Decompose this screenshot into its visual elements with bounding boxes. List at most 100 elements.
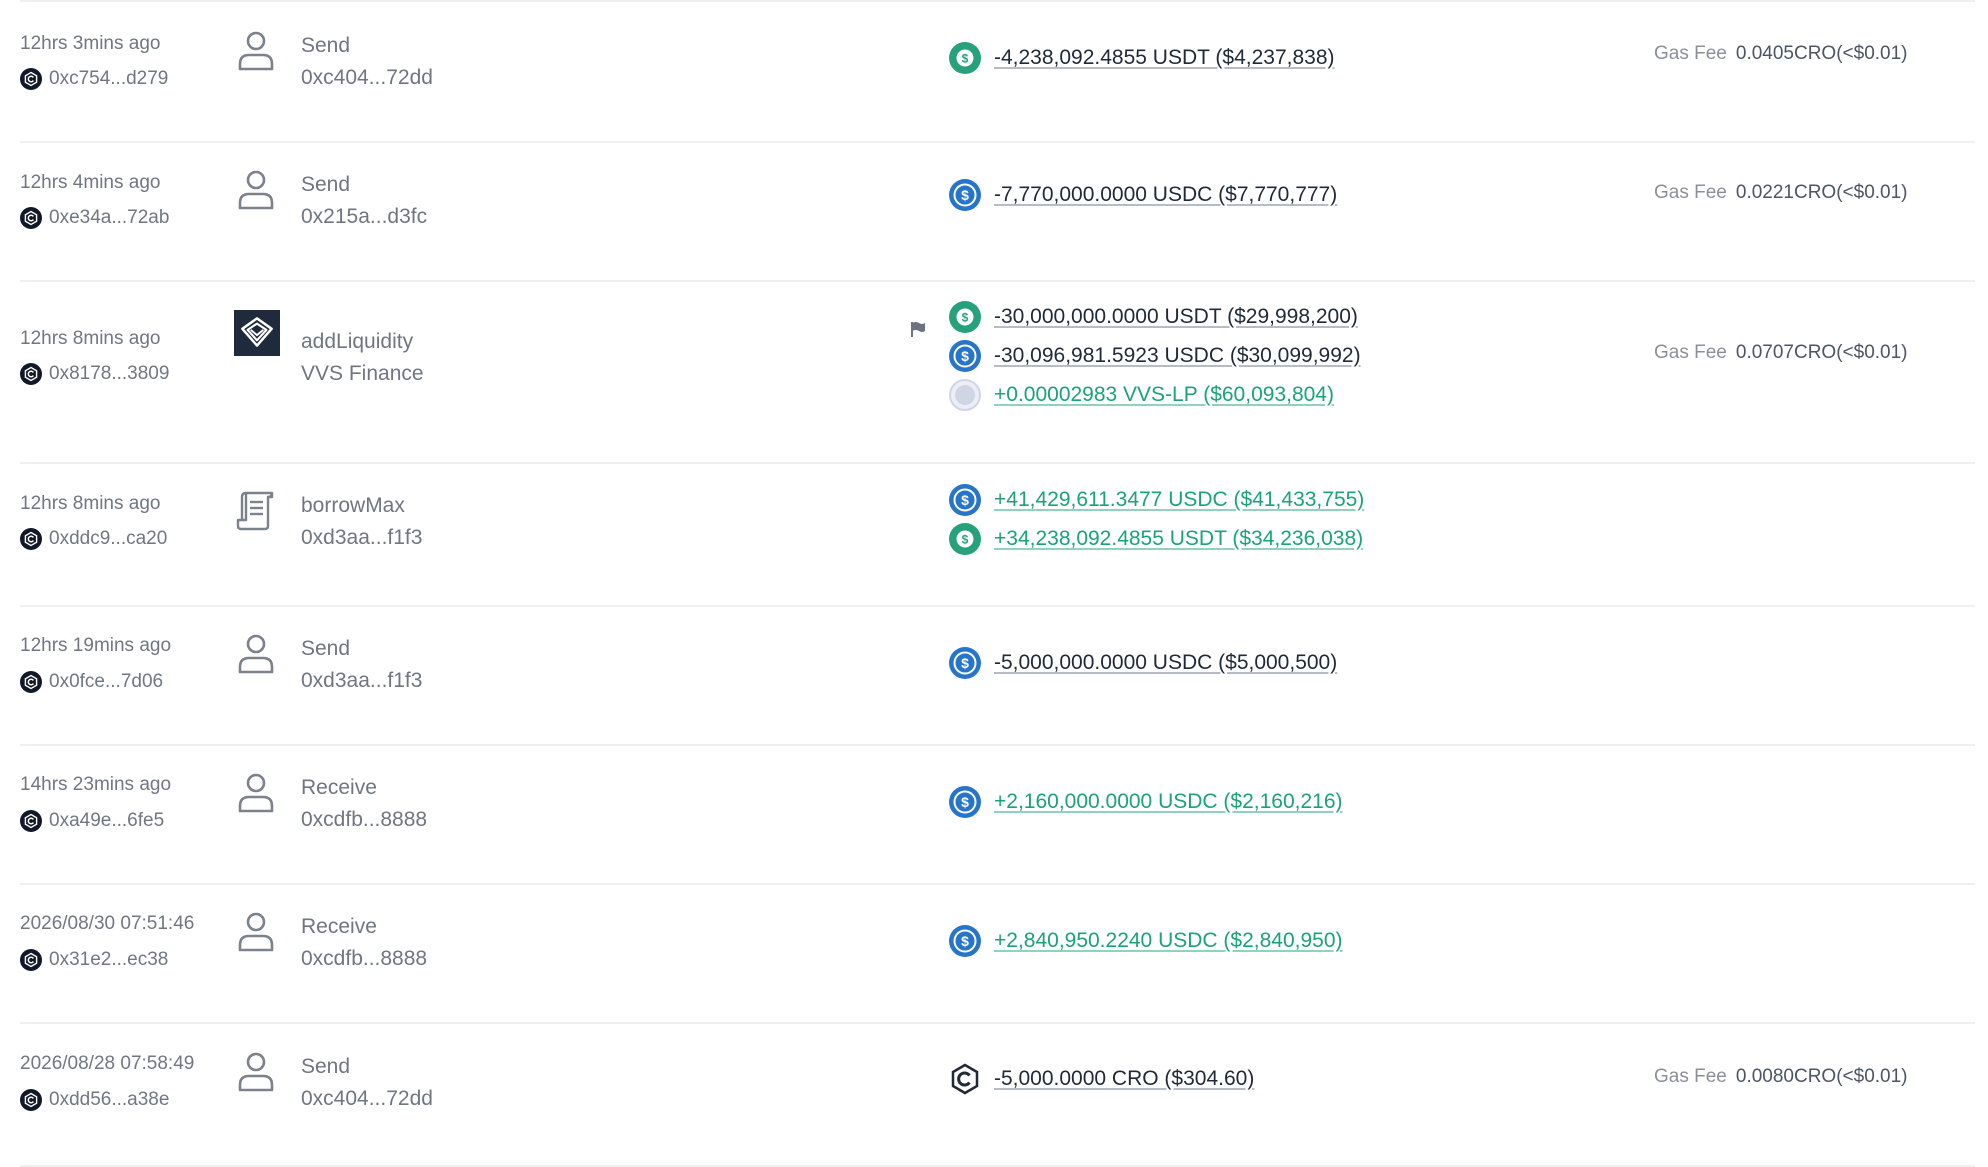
tx-counterparty-link[interactable]: VVS Finance [301,362,424,386]
gas-fee-label: Gas Fee [1654,1066,1727,1087]
tx-hash-link[interactable]: 0xddc9...ca20 [49,528,167,550]
user-icon [234,631,278,675]
tx-hash-link[interactable]: 0x8178...3809 [49,363,169,385]
transaction-row[interactable]: 12hrs 4mins ago 0xe34a...72ab Send 0x215a… [20,141,1975,282]
cronos-chain-icon[interactable] [20,810,42,832]
token-transfer: $ -4,238,092.4855 USDT ($4,237,838) [949,40,1335,76]
usdc-icon: $ [949,484,981,516]
gas-fee: Gas Fee 0.0080CRO(<$0.01) [1654,1066,1908,1088]
tx-method: Send [301,34,351,57]
usdc-icon: $ [949,647,981,679]
svg-text:$: $ [961,187,969,203]
tx-hash-link[interactable]: 0xc754...d279 [49,68,168,90]
tx-time: 12hrs 4mins ago [20,172,161,193]
tx-counterparty-link[interactable]: 0xd3aa...f1f3 [301,526,422,550]
usdc-icon: $ [949,925,981,957]
usdc-icon: $ [949,786,981,818]
tx-method: Send [301,173,351,196]
tx-counterparty-link[interactable]: 0xcdfb...8888 [301,947,427,971]
token-amount-link[interactable]: -7,770,000.0000 USDC ($7,770,777) [994,183,1337,207]
svg-text:$: $ [962,311,969,325]
tx-time: 12hrs 8mins ago [20,328,161,349]
tx-counterparty-link[interactable]: 0x215a...d3fc [301,205,427,229]
token-amount-link[interactable]: +2,160,000.0000 USDC ($2,160,216) [994,790,1343,814]
tx-time: 2026/08/30 07:51:46 [20,913,195,934]
token-transfer: $ +2,160,000.0000 USDC ($2,160,216) [949,784,1343,820]
tx-time: 2026/08/28 07:58:49 [20,1053,195,1074]
tx-hash-link[interactable]: 0xe34a...72ab [49,207,169,229]
token-amount-link[interactable]: +2,840,950.2240 USDC ($2,840,950) [994,929,1343,953]
token-transfer: $ -30,000,000.0000 USDT ($29,998,200) [949,299,1358,335]
cronos-chain-icon[interactable] [20,1089,42,1111]
tx-counterparty-link[interactable]: 0xcdfb...8888 [301,808,427,832]
svg-text:$: $ [961,348,969,364]
cronos-chain-icon[interactable] [20,363,42,385]
tx-method: Receive [301,776,377,799]
tx-method: Send [301,637,351,660]
token-transfer: $ +2,840,950.2240 USDC ($2,840,950) [949,923,1343,959]
transaction-row[interactable]: 2026/08/28 07:58:49 0xdd56...a38e Send 0x… [20,1022,1975,1167]
svg-text:$: $ [961,933,969,949]
tx-hash: 0x0fce...7d06 [20,671,163,693]
token-amount-link[interactable]: -5,000.0000 CRO ($304.60) [994,1067,1254,1091]
tx-hash-link[interactable]: 0xdd56...a38e [49,1089,169,1111]
tx-counterparty-link[interactable]: 0xd3aa...f1f3 [301,669,422,693]
cro-icon [949,1063,981,1095]
tx-hash: 0xe34a...72ab [20,207,169,229]
tx-hash: 0x8178...3809 [20,363,169,385]
transaction-row[interactable]: 2026/08/30 07:51:46 0x31e2...ec38 Receiv… [20,883,1975,1024]
tx-time: 12hrs 3mins ago [20,33,161,54]
vvs-finance-logo-icon [234,310,280,356]
user-icon [234,1049,278,1093]
cronos-chain-icon[interactable] [20,671,42,693]
gas-fee-value: 0.0080CRO(<$0.01) [1735,1066,1908,1087]
token-amount-link[interactable]: -4,238,092.4855 USDT ($4,237,838) [994,46,1335,70]
gas-fee: Gas Fee 0.0405CRO(<$0.01) [1654,43,1908,65]
transaction-row[interactable]: 12hrs 8mins ago 0x8178...3809 addLiquidi… [20,280,1975,464]
gas-fee-label: Gas Fee [1654,342,1727,363]
transaction-row[interactable]: 12hrs 3mins ago 0xc754...d279 Send 0xc404… [20,2,1975,143]
tx-counterparty-link[interactable]: 0xc404...72dd [301,66,433,90]
usdc-icon: $ [949,340,981,372]
vvs-lp-icon [949,379,981,411]
usdc-icon: $ [949,179,981,211]
token-transfer: $ -7,770,000.0000 USDC ($7,770,777) [949,177,1337,213]
token-transfer: $ -30,096,981.5923 USDC ($30,099,992) [949,338,1361,374]
cronos-chain-icon[interactable] [20,207,42,229]
transaction-row[interactable]: 12hrs 8mins ago 0xddc9...ca20 borrowMax 0… [20,462,1975,607]
tx-counterparty-link[interactable]: 0xc404...72dd [301,1087,433,1111]
token-amount-link[interactable]: -30,096,981.5923 USDC ($30,099,992) [994,344,1361,368]
cronos-chain-icon[interactable] [20,68,42,90]
token-transfer: $ +34,238,092.4855 USDT ($34,236,038) [949,521,1363,557]
transaction-row[interactable]: 14hrs 23mins ago 0xa49e...6fe5 Receive 0x… [20,744,1975,885]
tx-hash: 0x31e2...ec38 [20,949,168,971]
usdt-icon: $ [949,42,981,74]
gas-fee: Gas Fee 0.0707CRO(<$0.01) [1654,342,1908,364]
cronos-chain-icon[interactable] [20,528,42,550]
tx-method: addLiquidity [301,330,414,353]
tx-method: borrowMax [301,494,405,517]
tx-method: Send [301,1055,351,1078]
token-amount-link[interactable]: +34,238,092.4855 USDT ($34,236,038) [994,527,1363,551]
token-amount-link[interactable]: +0.00002983 VVS-LP ($60,093,804) [994,383,1334,407]
user-icon [234,909,278,953]
token-amount-link[interactable]: +41,429,611.3477 USDC ($41,433,755) [994,488,1364,512]
token-amount-link[interactable]: -30,000,000.0000 USDT ($29,998,200) [994,305,1358,329]
transaction-row[interactable]: 12hrs 19mins ago 0x0fce...7d06 Send 0xd3a… [20,605,1975,746]
user-icon [234,167,278,211]
tx-hash-link[interactable]: 0xa49e...6fe5 [49,810,164,832]
tx-hash: 0xa49e...6fe5 [20,810,164,832]
token-amount-link[interactable]: -5,000,000.0000 USDC ($5,000,500) [994,651,1337,675]
contract-scroll-icon [234,488,278,532]
token-transfer: $ +41,429,611.3477 USDC ($41,433,755) [949,482,1364,518]
cronos-chain-icon[interactable] [20,949,42,971]
tx-method: Receive [301,915,377,938]
gas-fee-value: 0.0707CRO(<$0.01) [1735,342,1908,363]
gas-fee-label: Gas Fee [1654,43,1727,64]
tx-hash-link[interactable]: 0x0fce...7d06 [49,671,163,693]
tx-hash-link[interactable]: 0x31e2...ec38 [49,949,168,971]
user-icon [234,770,278,814]
flag-icon[interactable] [909,320,927,338]
gas-fee-label: Gas Fee [1654,182,1727,203]
tx-time: 14hrs 23mins ago [20,774,172,795]
